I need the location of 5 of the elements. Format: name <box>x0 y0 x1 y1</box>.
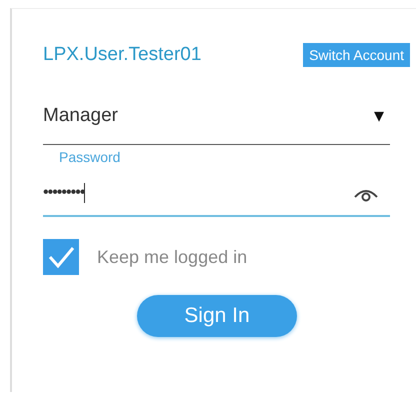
keep-logged-in-checkbox[interactable] <box>43 239 79 275</box>
username: LPX.User.Tester01 <box>43 44 202 66</box>
role-dropdown[interactable]: Manager ▾ <box>43 103 390 145</box>
password-field[interactable]: Password ••••••••• <box>43 149 390 217</box>
keep-logged-in-label: Keep me logged in <box>97 246 248 268</box>
